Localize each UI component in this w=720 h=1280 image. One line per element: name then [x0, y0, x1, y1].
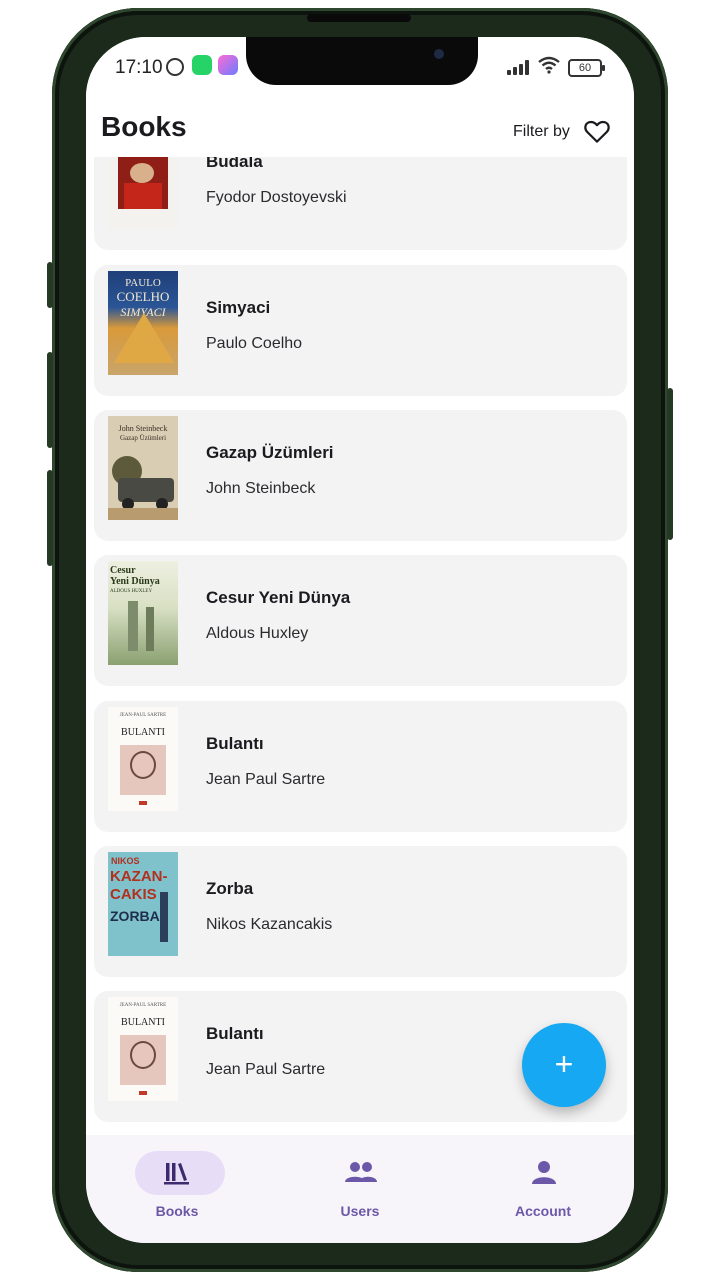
cover-text: Gazap Üzümleri	[119, 434, 167, 442]
library-icon	[160, 1159, 196, 1187]
heart-icon[interactable]	[582, 116, 612, 146]
cover-text: ALDOUS HUXLEY	[110, 589, 153, 594]
cover-text: KAZAN-	[110, 868, 168, 885]
cover-text: COELHO	[116, 289, 170, 304]
book-author: John Steinbeck	[206, 480, 316, 497]
users-icon	[343, 1159, 379, 1187]
cover-text: Yeni Dünya	[110, 576, 160, 587]
book-cover: JEAN-PAUL SARTRE BULANTI	[108, 997, 178, 1101]
cover-text: NIKOS	[111, 856, 140, 866]
cover-text: John Steinbeck	[118, 424, 168, 433]
book-title: Bulantı	[206, 734, 264, 753]
notch	[246, 37, 478, 85]
volume-down-button	[47, 470, 53, 566]
cover-text: BULANTI	[121, 727, 165, 738]
cover-text: BULANTI	[121, 1017, 165, 1028]
person-icon	[526, 1159, 562, 1187]
book-author: Jean Paul Sartre	[206, 771, 326, 788]
battery-indicator: 60	[568, 59, 605, 77]
status-time: 17:10	[115, 57, 163, 78]
book-cover: Cesur Yeni Dünya ALDOUS HUXLEY	[108, 561, 178, 665]
book-author: Nikos Kazancakis	[206, 916, 333, 933]
alarm-icon	[166, 58, 184, 76]
page-title: Books	[101, 111, 187, 142]
book-title: Zorba	[206, 879, 254, 898]
book-card[interactable]: Budala Fyodor Dostoyevski	[94, 157, 627, 250]
book-title: Budala	[206, 157, 263, 171]
book-list: Budala Fyodor Dostoyevski PAULO COELHO S…	[86, 157, 634, 1132]
book-cover: John Steinbeck Gazap Üzümleri	[108, 416, 178, 520]
book-cover: PAULO COELHO SIMYACI	[108, 271, 178, 375]
side-button	[47, 262, 53, 308]
front-camera	[434, 49, 444, 59]
book-card[interactable]: PAULO COELHO SIMYACI Simyaci Paulo Coelh…	[94, 265, 627, 396]
book-author: Paulo Coelho	[206, 335, 303, 352]
filter-label[interactable]: Filter by	[513, 123, 570, 141]
book-cover: NIKOS KAZAN- CAKIS ZORBA	[108, 852, 178, 956]
book-card[interactable]: JEAN-PAUL SARTRE BULANTI Bulantı Jean Pa…	[94, 701, 627, 832]
cover-text: Cesur	[110, 565, 136, 576]
power-button	[667, 388, 673, 540]
app-bar: Books Filter by	[86, 97, 634, 157]
nav-item-account[interactable]: Account	[483, 1151, 603, 1231]
nav-item-users[interactable]: Users	[300, 1151, 420, 1231]
book-author: Fyodor Dostoyevski	[206, 189, 347, 206]
nav-label: Users	[340, 1203, 380, 1219]
nav-item-books[interactable]: Books	[117, 1151, 237, 1231]
book-title: Cesur Yeni Dünya	[206, 588, 351, 607]
cover-text: PAULO	[125, 277, 161, 289]
nav-label: Account	[515, 1203, 571, 1219]
whatsapp-icon	[192, 55, 212, 75]
bottom-navigation: Books Users Account	[86, 1135, 634, 1243]
wifi-icon	[538, 56, 560, 80]
book-card[interactable]: John Steinbeck Gazap Üzümleri Gazap Üzüm…	[94, 410, 627, 541]
book-author: Aldous Huxley	[206, 625, 309, 642]
book-author: Jean Paul Sartre	[206, 1061, 326, 1078]
volume-up-button	[47, 352, 53, 448]
earpiece	[307, 14, 411, 22]
cover-text: JEAN-PAUL SARTRE	[119, 713, 167, 718]
cover-text: JEAN-PAUL SARTRE	[119, 1003, 167, 1008]
book-cover: JEAN-PAUL SARTRE BULANTI	[108, 707, 178, 811]
screen: 17:10 60 Books Filter by Budala Fyodor D…	[86, 37, 634, 1243]
add-book-button[interactable]: +	[522, 1023, 606, 1107]
book-title: Simyaci	[206, 298, 271, 317]
nav-label: Books	[155, 1203, 199, 1219]
book-card[interactable]: Cesur Yeni Dünya ALDOUS HUXLEY Cesur Yen…	[94, 555, 627, 686]
book-card[interactable]: NIKOS KAZAN- CAKIS ZORBA Zorba Nikos Kaz…	[94, 846, 627, 977]
book-cover	[108, 157, 178, 229]
book-title: Gazap Üzümleri	[206, 443, 334, 462]
signal-icon	[507, 59, 531, 75]
app-notification-icon	[218, 55, 238, 75]
book-title: Bulantı	[206, 1024, 264, 1043]
